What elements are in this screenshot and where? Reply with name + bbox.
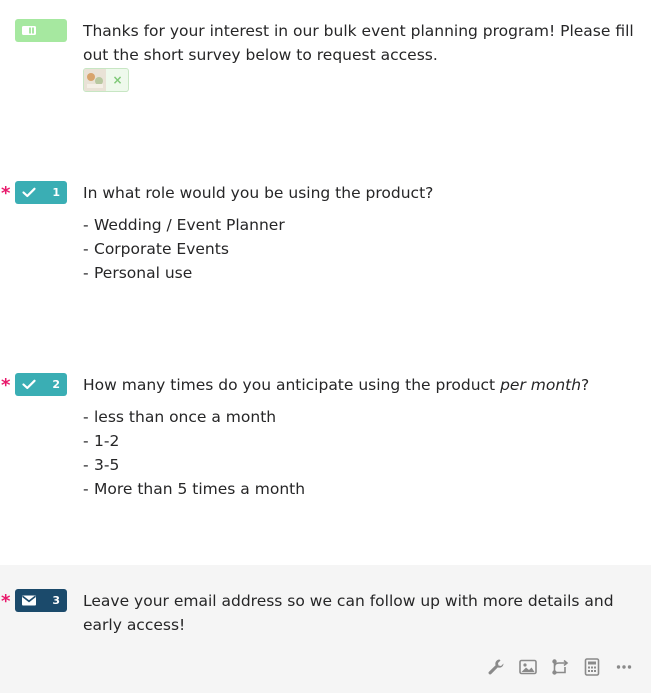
question-title-suffix: ?: [581, 376, 590, 394]
question-title-emphasis: per month: [500, 376, 582, 394]
checkmark-icon: [22, 187, 36, 198]
choice-item: -3-5: [83, 453, 305, 477]
wrench-icon[interactable]: [480, 657, 512, 677]
question-block[interactable]: * 2 How many times do you anticipate usi…: [0, 367, 651, 527]
required-indicator: *: [1, 183, 11, 204]
choice-label: Personal use: [94, 264, 193, 282]
question-title: How many times do you anticipate using t…: [83, 373, 635, 397]
question-number: 2: [52, 378, 60, 391]
choice-item: -1-2: [83, 429, 305, 453]
question-title: In what role would you be using the prod…: [83, 184, 434, 202]
envelope-icon: [22, 595, 36, 606]
question-number: 1: [52, 186, 60, 199]
choice-item: - Corporate Events: [83, 237, 285, 261]
question-block[interactable]: * 1 In what role would you be using the …: [0, 175, 651, 305]
question-number: 3: [52, 594, 60, 607]
required-indicator: *: [1, 591, 11, 612]
choice-bullet: -: [83, 432, 89, 450]
question-number-badge[interactable]: 2: [15, 373, 67, 396]
more-icon[interactable]: [608, 657, 640, 677]
choice-label: less than once a month: [94, 408, 277, 426]
choice-list: - less than once a month -1-2-3-5- More tha…: [83, 405, 305, 501]
calculator-icon[interactable]: [576, 657, 608, 677]
choice-label: 3-5: [94, 456, 120, 474]
choice-bullet: -: [83, 240, 89, 258]
remove-attachment-button[interactable]: ×: [107, 69, 128, 91]
welcome-attachment[interactable]: ×: [83, 68, 129, 92]
logic-jump-icon[interactable]: [544, 657, 576, 677]
choice-bullet: -: [83, 264, 89, 282]
attachment-thumbnail: [84, 69, 106, 91]
choice-label: Corporate Events: [94, 240, 229, 258]
choice-bullet: -: [83, 456, 89, 474]
welcome-screen-icon: [22, 26, 36, 35]
image-icon[interactable]: [512, 657, 544, 677]
choice-bullet: -: [83, 408, 89, 426]
question-title-text: How many times do you anticipate using t…: [83, 376, 501, 394]
choice-item: - Wedding / Event Planner: [83, 213, 285, 237]
question-number-badge[interactable]: 3: [15, 589, 67, 612]
choice-label: Wedding / Event Planner: [94, 216, 285, 234]
question-title: Leave your email address so we can follo…: [83, 592, 614, 634]
choice-item: - Personal use: [83, 261, 285, 285]
welcome-screen-badge[interactable]: [15, 19, 67, 42]
choice-item: - More than 5 times a month: [83, 477, 305, 501]
checkmark-icon: [22, 379, 36, 390]
choice-bullet: -: [83, 216, 89, 234]
question-toolbar: [480, 657, 640, 677]
choice-label: More than 5 times a month: [94, 480, 306, 498]
choice-label: 1-2: [94, 432, 120, 450]
choice-bullet: -: [83, 480, 89, 498]
choice-item: - less than once a month: [83, 405, 305, 429]
welcome-screen-block[interactable]: Thanks for your interest in our bulk eve…: [0, 0, 651, 120]
required-indicator: *: [1, 375, 11, 396]
choice-list: - Wedding / Event Planner - Corporate Event…: [83, 213, 285, 285]
welcome-text: Thanks for your interest in our bulk eve…: [83, 22, 634, 64]
question-number-badge[interactable]: 1: [15, 181, 67, 204]
